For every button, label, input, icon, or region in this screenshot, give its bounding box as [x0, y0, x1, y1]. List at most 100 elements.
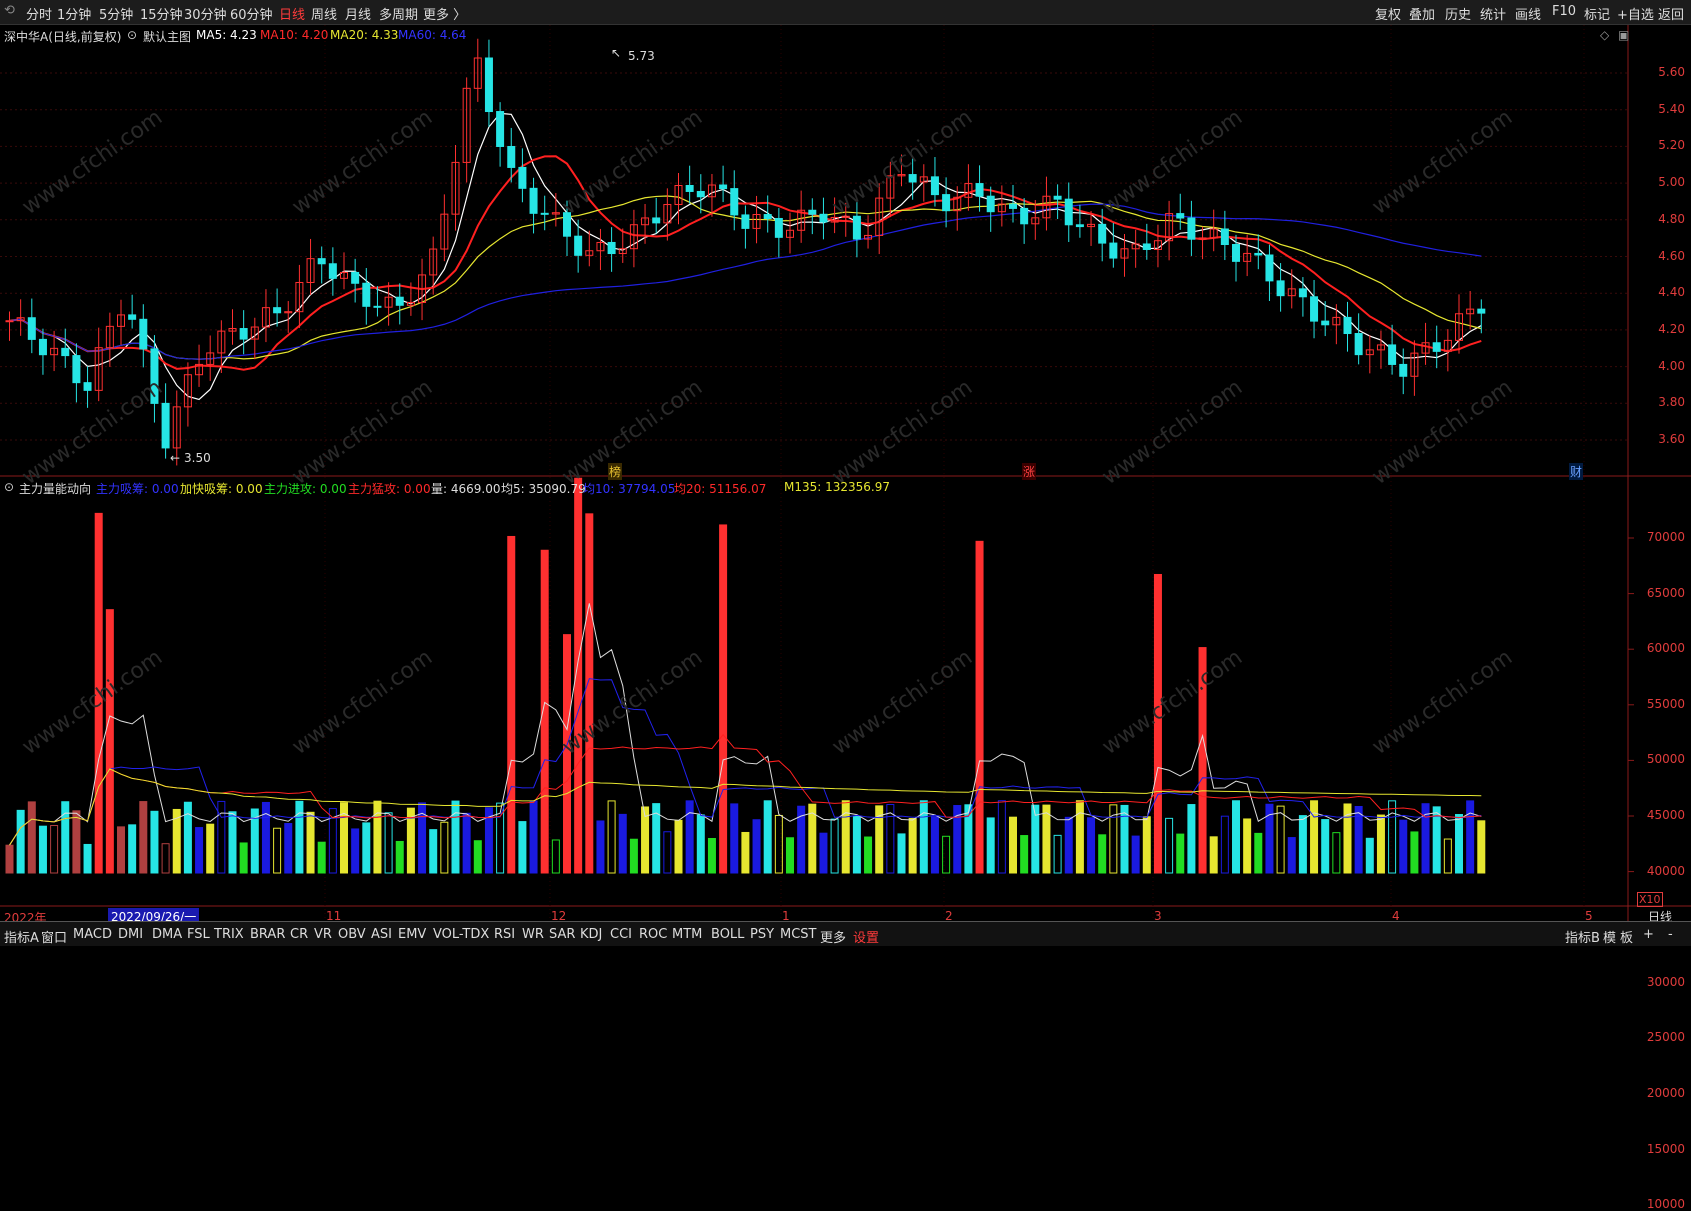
- tab-boll[interactable]: BOLL: [711, 927, 744, 942]
- volume-bar: [50, 825, 59, 874]
- marker-zhang[interactable]: 涨: [1022, 463, 1037, 480]
- volume-bar: [1321, 819, 1330, 874]
- marker-cai[interactable]: 财: [1569, 463, 1584, 480]
- tab-1min[interactable]: 1分钟: [57, 4, 91, 23]
- volume-tick: 25000: [1646, 1030, 1685, 1045]
- volume-bar: [774, 814, 783, 874]
- volume-tick: 60000: [1646, 641, 1685, 656]
- volume-bar: [295, 800, 304, 874]
- statistics-button[interactable]: 统计: [1480, 4, 1506, 23]
- candle-body: [930, 176, 939, 196]
- tab-cci[interactable]: CCI: [610, 927, 632, 942]
- candle-body: [518, 166, 527, 189]
- tab-dmi[interactable]: DMI: [118, 927, 143, 942]
- mark-button[interactable]: 标记: [1584, 4, 1610, 23]
- tab-asi[interactable]: ASI: [371, 927, 392, 942]
- tab-more-indicators[interactable]: 更多: [820, 927, 846, 946]
- tab-indicator-b[interactable]: 指标B: [1565, 927, 1600, 946]
- tab-brar[interactable]: BRAR: [250, 927, 285, 942]
- diamond-icon[interactable]: ◇: [1600, 28, 1609, 42]
- volume-bar: [1020, 835, 1029, 874]
- candle-body: [563, 212, 571, 237]
- indicator-selector-icon[interactable]: ⊙: [4, 480, 14, 494]
- tab-psy[interactable]: PSY: [750, 927, 774, 942]
- volume-bar: [5, 844, 14, 874]
- volume-bar: [1432, 806, 1441, 874]
- window-toggle-icon[interactable]: ▣: [1618, 28, 1629, 42]
- volume-bar: [897, 833, 906, 874]
- overlay-button[interactable]: 叠加: [1409, 4, 1435, 23]
- tab-settings[interactable]: 设置: [853, 927, 879, 946]
- tab-5min[interactable]: 5分钟: [99, 4, 133, 23]
- m135-value: M135: 132356.97: [784, 480, 891, 494]
- template-selector-icon[interactable]: ⊙: [127, 28, 137, 42]
- tab-mcst[interactable]: MCST: [780, 927, 817, 942]
- tab-vol-tdx[interactable]: VOL-TDX: [433, 927, 489, 942]
- tab-more[interactable]: 更多 〉: [423, 4, 466, 23]
- candle-body: [719, 184, 728, 190]
- tab-roc[interactable]: ROC: [639, 927, 667, 942]
- kline-chart[interactable]: [0, 25, 1691, 921]
- tab-fenshi[interactable]: 分时: [26, 4, 52, 23]
- history-button[interactable]: 历史: [1445, 4, 1471, 23]
- candle-body: [1142, 243, 1151, 250]
- volume-tick: 20000: [1646, 1086, 1685, 1100]
- restore-rights-button[interactable]: 复权: [1375, 4, 1401, 23]
- zoom-out-button[interactable]: -: [1668, 927, 1673, 942]
- tab-cr[interactable]: CR: [290, 927, 308, 942]
- candle-body: [496, 111, 505, 147]
- candle-body: [351, 271, 360, 284]
- tab-fsl[interactable]: FSL: [187, 927, 210, 942]
- candle-body: [1075, 224, 1084, 228]
- draw-line-button[interactable]: 画线: [1515, 4, 1541, 23]
- tab-60min[interactable]: 60分钟: [230, 4, 273, 23]
- tab-mtm[interactable]: MTM: [672, 927, 702, 942]
- tab-template[interactable]: 模: [1603, 927, 1616, 946]
- volume-bar: [440, 821, 449, 874]
- candle-body: [529, 187, 538, 214]
- stock-title[interactable]: 深中华A(日线,前复权): [4, 28, 121, 45]
- field-main-absorb: 主力吸筹: 0.00: [96, 482, 179, 496]
- tab-obv[interactable]: OBV: [338, 927, 366, 942]
- tab-monthly[interactable]: 月线: [345, 4, 371, 23]
- volume-bar: [1466, 800, 1475, 874]
- candle-body: [574, 235, 583, 256]
- volume-bar: [1053, 834, 1062, 874]
- tab-indicator-a[interactable]: 指标A: [4, 927, 39, 946]
- add-watchlist-button[interactable]: +自选: [1617, 4, 1654, 23]
- back-icon[interactable]: ⟲: [4, 3, 15, 18]
- tab-board[interactable]: 板: [1620, 927, 1633, 946]
- tab-rsi[interactable]: RSI: [494, 927, 515, 942]
- volume-bar: [38, 825, 47, 874]
- tab-kdj[interactable]: KDJ: [580, 927, 602, 942]
- volume-bar: [997, 800, 1006, 874]
- price-tick: 3.60: [1658, 432, 1685, 446]
- tab-daily[interactable]: 日线: [279, 4, 305, 23]
- tab-weekly[interactable]: 周线: [311, 4, 337, 23]
- marker-bang[interactable]: 榜: [608, 463, 623, 480]
- tab-15min[interactable]: 15分钟: [140, 4, 183, 23]
- volume-bar: [195, 827, 204, 874]
- main-template-label[interactable]: 默认主图: [143, 28, 191, 45]
- volume-bar: [161, 843, 170, 874]
- sub-indicator-name[interactable]: 主力量能动向: [19, 480, 91, 497]
- candle-body: [395, 296, 404, 306]
- tab-vr[interactable]: VR: [314, 927, 332, 942]
- tab-wr[interactable]: WR: [522, 927, 544, 942]
- tab-dma[interactable]: DMA: [152, 927, 182, 942]
- tab-emv[interactable]: EMV: [398, 927, 426, 942]
- f10-button[interactable]: F10: [1552, 4, 1576, 19]
- tab-multi-period[interactable]: 多周期: [379, 4, 418, 23]
- candle-body: [139, 318, 148, 350]
- candle-body: [763, 214, 772, 220]
- tab-30min[interactable]: 30分钟: [184, 4, 227, 23]
- tab-trix[interactable]: TRIX: [214, 927, 244, 942]
- candle-body: [362, 282, 371, 307]
- tab-macd[interactable]: MACD: [73, 927, 112, 942]
- tab-sar[interactable]: SAR: [549, 927, 575, 942]
- zoom-in-button[interactable]: +: [1643, 927, 1654, 942]
- tab-window[interactable]: 窗口: [41, 927, 67, 946]
- volume-bar: [563, 634, 571, 874]
- volume-bar: [351, 828, 360, 874]
- return-button[interactable]: 返回: [1658, 4, 1684, 23]
